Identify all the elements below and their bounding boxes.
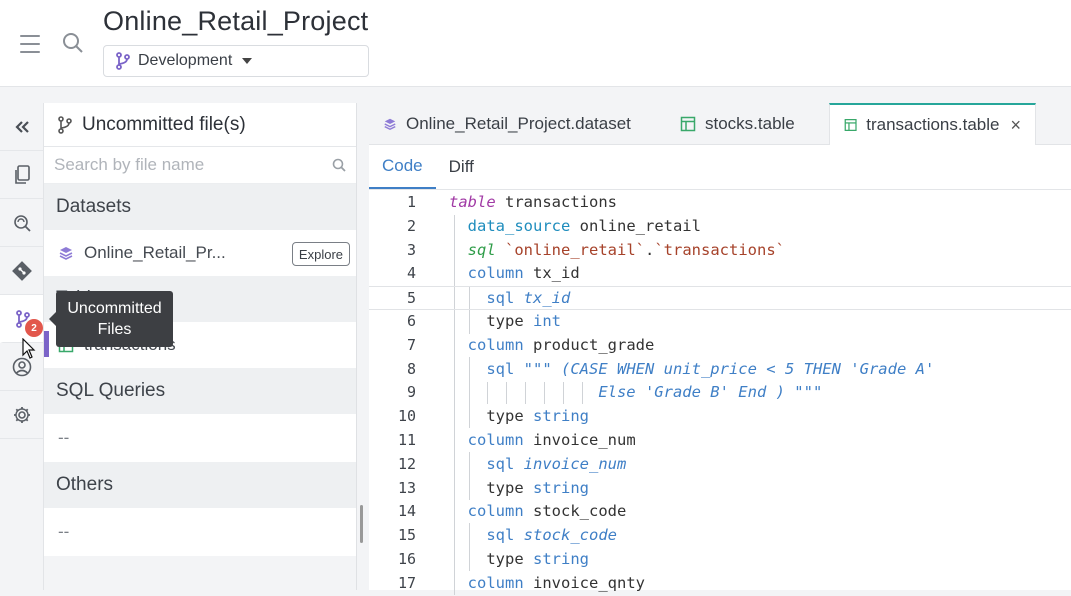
top-bar: Online_Retail_Project Development [0, 0, 1071, 87]
line-number: 7 [406, 335, 416, 354]
close-icon[interactable]: × [1010, 115, 1021, 136]
code-area[interactable]: 1 table transactions 2 data_source online… [369, 190, 1071, 596]
tab-label: Online_Retail_Project.dataset [406, 114, 631, 133]
table-icon [680, 116, 696, 132]
code-line: 2 data_source online_retail [369, 215, 1071, 239]
line-number: 4 [406, 264, 416, 283]
collapse-button[interactable] [0, 103, 43, 151]
line-number: 9 [406, 383, 416, 402]
tab-transactions[interactable]: transactions.table × [829, 103, 1036, 145]
code-line-current: 5 sql tx_id [369, 286, 1071, 310]
mouse-cursor-icon [22, 338, 36, 359]
line-number: 14 [397, 502, 416, 521]
section-others: Others [44, 462, 356, 508]
explore-button[interactable]: Explore [291, 242, 350, 266]
project-title: Online_Retail_Project [103, 6, 369, 36]
code-line: 11 column invoice_num [369, 429, 1071, 453]
tab-dataset[interactable]: Online_Retail_Project.dataset [369, 103, 666, 145]
line-number: 1 [406, 193, 416, 211]
search-icon[interactable] [62, 32, 84, 54]
git-branch-icon [58, 115, 72, 134]
menu-icon[interactable] [20, 35, 40, 53]
code-line: 9 Else 'Grade B' End ) """ [369, 381, 1071, 405]
panel-header: Uncommitted file(s) [44, 103, 356, 147]
code-line: 14 column stock_code [369, 500, 1071, 524]
code-line: 1 table transactions [369, 191, 1071, 215]
line-number: 6 [406, 311, 416, 330]
tab-label: transactions.table [866, 115, 1000, 134]
line-number: 11 [397, 430, 416, 449]
table-icon [844, 119, 857, 131]
others-empty: -- [44, 508, 356, 556]
double-chevron-left-icon [14, 120, 29, 133]
code-line: 12 sql invoice_num [369, 453, 1071, 477]
code-line: 8 sql """ (CASE WHEN unit_price < 5 THEN… [369, 358, 1071, 382]
editor-tabs: Online_Retail_Project.dataset stocks.tab… [369, 103, 1071, 145]
code-line: 17 column invoice_qnty [369, 572, 1071, 596]
gear-icon [13, 406, 30, 423]
tab-diff[interactable]: Diff [436, 145, 487, 189]
dataset-item[interactable]: Online_Retail_Pr... Explore [44, 230, 356, 276]
active-item-indicator [44, 331, 49, 357]
branch-selector[interactable]: Development [103, 45, 369, 77]
line-number: 8 [406, 359, 416, 378]
tab-stocks[interactable]: stocks.table [666, 103, 829, 145]
code-line: 16 type string [369, 548, 1071, 572]
code-editor: Online_Retail_Project.dataset stocks.tab… [369, 103, 1071, 595]
git-branch-icon [116, 52, 130, 70]
code-diff-tabs: Code Diff [369, 145, 1071, 190]
code-line: 6 type int [369, 310, 1071, 334]
chevron-down-icon [242, 58, 253, 64]
code-line: 15 sql stock_code [369, 524, 1071, 548]
settings-button[interactable] [0, 391, 43, 439]
panel-title: Uncommitted file(s) [82, 113, 246, 135]
code-line: 4 column tx_id [369, 262, 1071, 286]
section-sql-queries: SQL Queries [44, 368, 356, 414]
search-refresh-icon [13, 214, 31, 232]
tooltip: Uncommitted Files [49, 291, 173, 347]
git-button[interactable] [0, 247, 43, 295]
sql-empty: -- [44, 414, 356, 462]
section-datasets: Datasets [44, 184, 356, 230]
line-number: 13 [397, 478, 416, 497]
files-icon [14, 164, 30, 184]
line-number: 17 [397, 573, 416, 592]
uncommitted-files-button[interactable]: 2 [0, 295, 43, 343]
dataset-icon [384, 118, 396, 131]
line-number: 10 [397, 407, 416, 426]
code-line: 10 type string [369, 405, 1071, 429]
line-number: 2 [406, 216, 416, 235]
dataset-icon [59, 247, 73, 260]
search-icon [332, 158, 346, 172]
line-number: 15 [397, 526, 416, 545]
line-number: 3 [406, 240, 416, 259]
tab-code[interactable]: Code [369, 145, 436, 189]
search-replace-button[interactable] [0, 199, 43, 247]
panel-resize-handle[interactable] [360, 505, 363, 543]
code-line: 7 column product_grade [369, 334, 1071, 358]
dataset-item-label: Online_Retail_Pr... [84, 243, 226, 262]
files-button[interactable] [0, 151, 43, 199]
code-line: 13 type string [369, 477, 1071, 501]
line-number: 5 [406, 289, 416, 308]
line-number: 16 [397, 549, 416, 568]
line-number: 12 [397, 454, 416, 473]
tooltip-line1: Uncommitted [67, 300, 162, 317]
tooltip-line2: Files [97, 321, 132, 338]
git-icon [11, 260, 32, 281]
search-placeholder: Search by file name [54, 155, 205, 174]
uncommitted-count-badge: 2 [25, 319, 43, 337]
branch-label: Development [138, 52, 233, 69]
file-search-input[interactable]: Search by file name [44, 147, 356, 184]
code-line: 3 sql `online_retail`.`transactions` [369, 239, 1071, 263]
tab-label: stocks.table [705, 114, 795, 133]
